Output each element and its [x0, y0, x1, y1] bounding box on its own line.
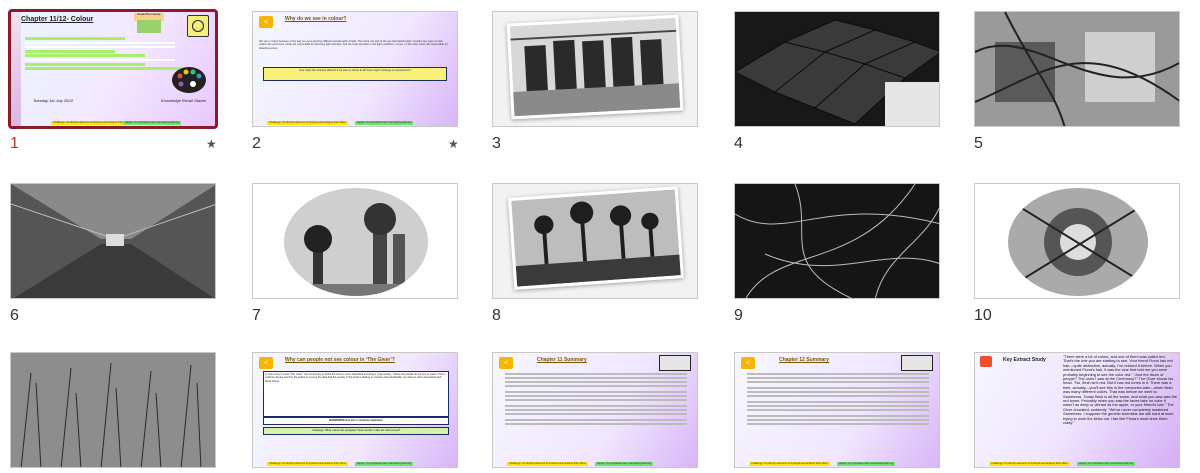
slide-thumb-11[interactable] [10, 352, 216, 473]
palette-icon [171, 66, 207, 94]
share-icon: < [499, 357, 513, 369]
slide-3-canvas[interactable] [492, 11, 698, 127]
slide-14-challenge: Challenge: To identify elements of dysto… [749, 462, 830, 466]
slide-12-summarise: SUMMARISE this into 1 sentence maximum. [263, 417, 449, 425]
slide-14-canvas[interactable]: < Chapter 12 Summary Challenge: To ident… [734, 352, 940, 468]
slide-4-canvas[interactable] [734, 11, 940, 127]
slide-2-question-box: How might the world be different if we s… [263, 67, 447, 81]
slide-thumb-2[interactable]: < Why do we see in colour? We see in col… [252, 11, 459, 161]
slide-12-challenge: Challenge: To identify elements of dysto… [267, 462, 348, 466]
slide-15-title: Key Extract Study [1003, 357, 1046, 363]
slide-thumb-15[interactable]: Key Extract Study "There were a lot of c… [974, 352, 1180, 473]
slide-3-photo [506, 14, 684, 120]
slide-14-title: Chapter 12 Summary [779, 357, 830, 363]
lightbulb-icon [980, 356, 992, 367]
slide-1-knowledge-label: Knowledge Recall Starter [161, 98, 207, 103]
slide-thumb-12[interactable]: < Why can people not see colour in ‘The … [252, 352, 458, 473]
slide-14-video-icon [901, 355, 933, 371]
slide-number-8: 8 [492, 307, 501, 324]
slide-number-4: 4 [734, 135, 743, 152]
slide-11-photo [11, 353, 215, 467]
slide-1-date: Tuesday 1st July 2024 [33, 98, 73, 103]
slide-13-video-icon [659, 355, 691, 371]
slide-13-canvas[interactable]: < Chapter 11 Summary Challenge: To ident… [492, 352, 698, 468]
slide-thumb-10[interactable]: 10 [974, 183, 1180, 333]
slide-15-challenge: Challenge: To identify elements of dysto… [989, 462, 1070, 466]
slide-1-canvas[interactable]: Chapter 11/12- Colour Reader/Hero Identi… [8, 9, 218, 129]
slide-7-canvas[interactable] [252, 183, 458, 299]
slide-number-5: 5 [974, 135, 983, 152]
slide-2-target: Higher: To synthesise their culminating … [355, 121, 414, 125]
slide-1-target: Higher: To synthesise their culminating … [123, 121, 182, 125]
slide-15-target: Higher: To synthesise their culminating … [1077, 462, 1136, 466]
slide-sorter-grid: Chapter 11/12- Colour Reader/Hero Identi… [0, 0, 1200, 473]
slide-2-title: Why do we see in colour? [285, 16, 347, 22]
slide-6-photo [11, 184, 215, 298]
slide-13-text [505, 371, 687, 455]
slide-2-challenge: Challenge: To identify elements of dysto… [267, 121, 348, 125]
slide-13-title: Chapter 11 Summary [537, 357, 587, 363]
slide-1-left-strip [11, 12, 21, 126]
slide-7-photo [284, 188, 428, 296]
slide-10-canvas[interactable] [974, 183, 1180, 299]
slide-12-body: In Lois Lowry's novel "The Giver," the c… [263, 371, 449, 417]
slide-thumb-13[interactable]: < Chapter 11 Summary Challenge: To ident… [492, 352, 698, 473]
slide-12-challenge-box: Challenge: What makes this dystopian? Ho… [263, 427, 449, 435]
slide-1-title: Chapter 11/12- Colour [21, 16, 94, 23]
slide-14-target: Higher: To synthesise their culminating … [837, 462, 896, 466]
slide-2-body: We see in colour because of the way our … [259, 40, 448, 50]
slide-thumb-3[interactable]: 3 [492, 11, 698, 161]
slide-number-3: 3 [492, 135, 501, 152]
slide-thumb-14[interactable]: < Chapter 12 Summary Challenge: To ident… [734, 352, 940, 473]
share-icon: < [259, 357, 273, 369]
slide-8-canvas[interactable] [492, 183, 698, 299]
share-icon: < [741, 357, 755, 369]
clock-icon [187, 15, 209, 37]
slide-thumb-7[interactable]: 7 [252, 183, 458, 333]
slide-number-2: 2 [252, 135, 261, 152]
slide-thumb-4[interactable]: 4 [734, 11, 940, 161]
slide-number-9: 9 [734, 307, 743, 324]
slide-13-challenge: Challenge: To identify elements of dysto… [507, 462, 588, 466]
slide-number-1: 1 [10, 135, 19, 152]
slide-thumb-8[interactable]: 8 [492, 183, 698, 333]
animation-icon: ★ [206, 137, 217, 151]
slide-11-canvas[interactable] [10, 352, 216, 468]
slide-4-photo [735, 12, 939, 126]
slide-10-photo [1008, 188, 1148, 296]
slide-thumb-9[interactable]: 9 [734, 183, 940, 333]
slide-14-text [747, 371, 929, 455]
slide-1-tiny-image [137, 20, 161, 33]
slide-12-title: Why can people not see colour in ‘The Gi… [285, 357, 395, 363]
slide-8-photo [507, 186, 685, 290]
slide-number-10: 10 [974, 307, 992, 324]
slide-12-target: Higher: To synthesise their culminating … [355, 462, 414, 466]
slide-15-canvas[interactable]: Key Extract Study "There were a lot of c… [974, 352, 1180, 468]
animation-icon: ★ [448, 137, 459, 151]
slide-thumb-5[interactable]: 5 [974, 11, 1180, 161]
slide-5-canvas[interactable] [974, 11, 1180, 127]
slide-thumb-6[interactable]: 6 [10, 183, 216, 333]
slide-thumb-1[interactable]: Chapter 11/12- Colour Reader/Hero Identi… [8, 9, 218, 161]
slide-9-canvas[interactable] [734, 183, 940, 299]
slide-6-canvas[interactable] [10, 183, 216, 299]
slide-12-canvas[interactable]: < Why can people not see colour in ‘The … [252, 352, 458, 468]
slide-1-challenge: Challenge: To identify elements of dysto… [51, 121, 132, 125]
slide-5-photo [975, 12, 1179, 126]
share-icon: < [259, 16, 273, 28]
slide-1-questions [25, 36, 195, 86]
slide-13-target: Higher: To synthesise their culminating … [595, 462, 654, 466]
slide-number-6: 6 [10, 307, 19, 324]
slide-15-quote: "There were a lot of colors, and one of … [1063, 355, 1177, 426]
slide-9-photo [735, 184, 939, 298]
slide-2-canvas[interactable]: < Why do we see in colour? We see in col… [252, 11, 458, 127]
slide-number-7: 7 [252, 307, 261, 324]
